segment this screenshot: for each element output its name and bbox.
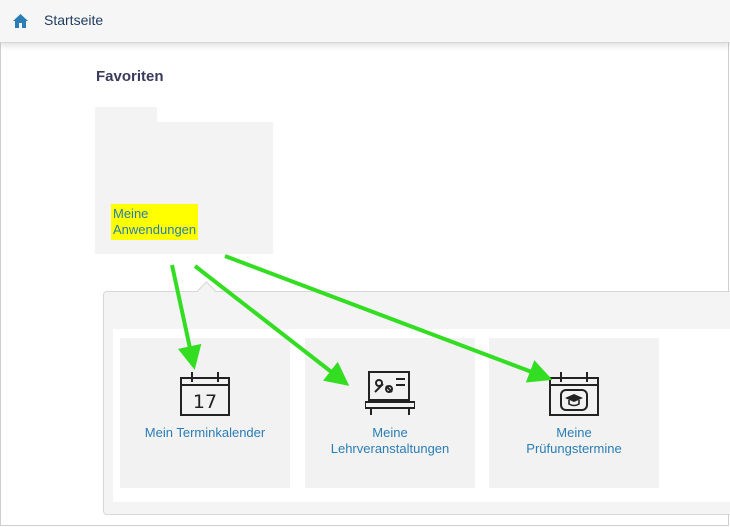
app-label-line1: Mein Terminkalender <box>144 425 266 440</box>
home-icon[interactable] <box>12 13 29 29</box>
breadcrumb-home[interactable]: Startseite <box>44 12 103 28</box>
app-label-lehrveranstaltungen: Meine Lehrveranstaltungen <box>305 425 475 457</box>
app-label-line1: Meine <box>556 425 592 440</box>
calendar-day-number: 17 <box>193 391 217 413</box>
app-label-pruefungstermine: Meine Prüfungstermine <box>489 425 659 457</box>
lecture-icon <box>365 371 415 415</box>
app-label-line2: Prüfungstermine <box>526 441 622 456</box>
favorite-tile-label-line2: Anwendungen <box>113 222 197 237</box>
app-tile-terminkalender[interactable]: 17 Mein Terminkalender <box>120 338 290 488</box>
calendar-icon: 17 <box>180 372 230 416</box>
app-tile-lehrveranstaltungen[interactable]: Meine Lehrveranstaltungen <box>305 338 475 488</box>
favorite-tile-label-line1: Meine <box>113 206 149 221</box>
app-label-line1: Meine <box>372 425 408 440</box>
app-label-terminkalender: Mein Terminkalender <box>120 425 290 441</box>
favorites-heading: Favoriten <box>96 68 164 85</box>
favorite-tile-label[interactable]: Meine Anwendungen <box>111 204 199 240</box>
app-label-line2: Lehrveranstaltungen <box>330 441 450 456</box>
top-bar: Startseite <box>0 0 730 43</box>
favorite-tile-tab <box>95 107 157 123</box>
app-tile-pruefungstermine[interactable]: Meine Prüfungstermine <box>489 338 659 488</box>
exam-calendar-icon <box>549 372 599 416</box>
